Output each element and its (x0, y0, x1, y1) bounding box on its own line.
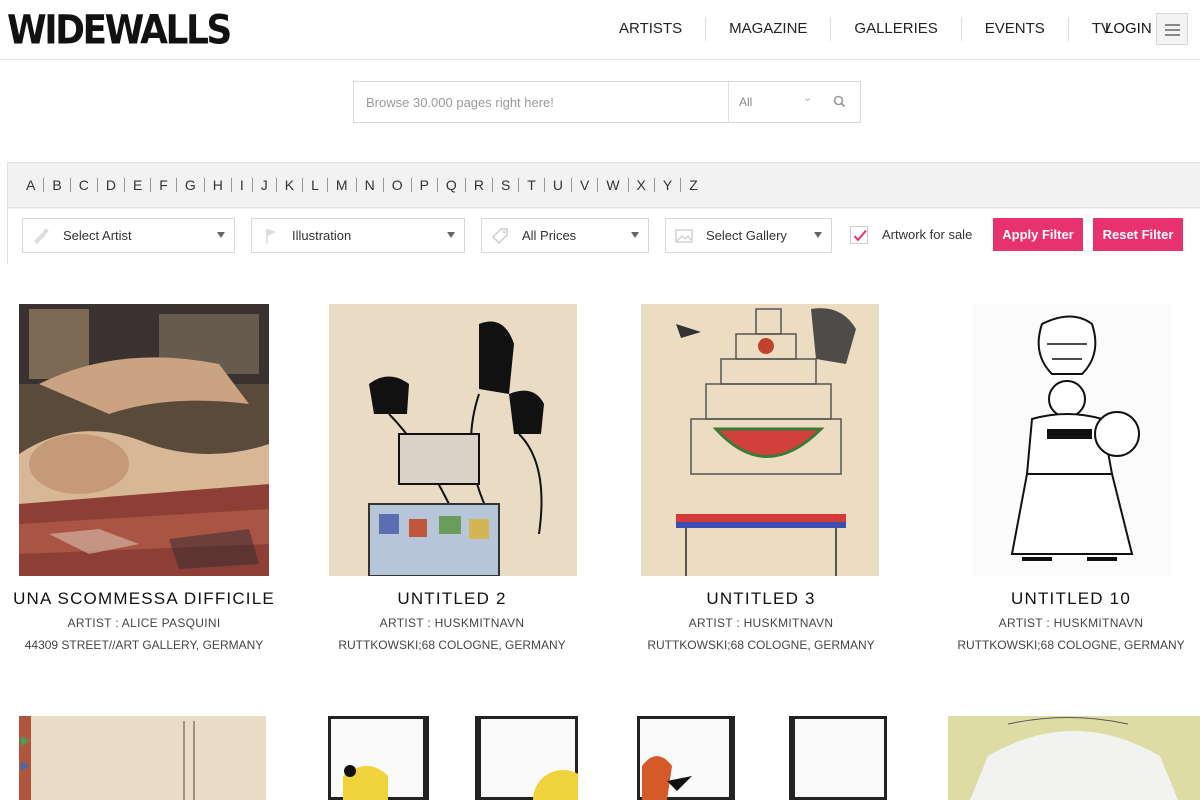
site-header: WIDEWALLS ARTISTS MAGAZINE GALLERIES EVE… (0, 0, 1200, 60)
letter-u[interactable]: U (545, 178, 572, 192)
letter-a[interactable]: A (18, 178, 45, 192)
letter-f[interactable]: F (151, 178, 177, 192)
artwork-thumbnail (328, 716, 578, 800)
letter-d[interactable]: D (98, 178, 125, 192)
search-scope-select[interactable]: All (739, 95, 752, 109)
artwork-title[interactable]: UNTITLED 2 (397, 589, 506, 609)
artwork-drawing-cake (641, 304, 879, 576)
caret-down-icon (217, 232, 225, 238)
letter-y[interactable]: Y (655, 178, 682, 192)
apply-filter-button[interactable]: Apply Filter (993, 218, 1083, 251)
artwork-artist[interactable]: ARTIST : HUSKMITNAVN (999, 616, 1144, 630)
letter-q[interactable]: Q (438, 178, 466, 192)
artwork-thumbnail (637, 716, 887, 800)
letter-h[interactable]: H (205, 178, 232, 192)
letter-x[interactable]: X (629, 178, 655, 192)
letter-j[interactable]: J (253, 178, 277, 192)
artwork-location: RUTTKOWSKI;68 COLOGNE, GERMANY (338, 638, 566, 652)
letter-v[interactable]: V (572, 178, 599, 192)
artwork-image[interactable] (641, 304, 879, 576)
letter-k[interactable]: K (277, 178, 304, 192)
artwork-image[interactable] (328, 716, 578, 800)
artwork-thumbnail (19, 716, 266, 800)
category-label: Illustration (292, 228, 352, 243)
artwork-artist[interactable]: ARTIST : ALICE PASQUINI (68, 616, 221, 630)
login-link[interactable]: LOGIN (1105, 17, 1152, 41)
caret-down-icon (447, 232, 455, 238)
letter-n[interactable]: N (357, 178, 384, 192)
search-divider (728, 82, 729, 122)
nav-magazine[interactable]: MAGAZINE (706, 17, 832, 41)
nav-events[interactable]: EVENTS (962, 17, 1069, 41)
hamburger-menu-button[interactable] (1156, 13, 1188, 45)
search-icon[interactable] (830, 92, 850, 112)
select-artist-label: Select Artist (63, 228, 132, 243)
for-sale-checkbox[interactable] (850, 226, 868, 244)
price-tag-icon (491, 228, 508, 245)
letter-o[interactable]: O (384, 178, 412, 192)
nav-artists[interactable]: ARTISTS (596, 17, 707, 41)
artwork-thumbnail (948, 716, 1200, 800)
artwork-image[interactable] (19, 304, 269, 576)
filter-controls: Select Artist Illustration All Prices Se… (8, 209, 1200, 265)
select-gallery-label: Select Gallery (706, 228, 787, 243)
letter-r[interactable]: R (466, 178, 493, 192)
category-dropdown[interactable]: Illustration (251, 218, 465, 253)
artwork-image[interactable] (19, 716, 266, 800)
caret-down-icon (814, 232, 822, 238)
letter-b[interactable]: B (44, 178, 71, 192)
caret-down-icon (631, 232, 639, 238)
artwork-artist[interactable]: ARTIST : HUSKMITNAVN (689, 616, 834, 630)
artwork-image[interactable] (637, 716, 887, 800)
flag-icon (266, 229, 276, 244)
artwork-title[interactable]: UNA SCOMMESSA DIFFICILE (13, 589, 275, 609)
price-dropdown[interactable]: All Prices (481, 218, 649, 253)
artwork-title[interactable]: UNTITLED 3 (706, 589, 815, 609)
for-sale-label: Artwork for sale (882, 227, 973, 242)
chevron-down-icon: ⌄ (803, 92, 813, 104)
letter-t[interactable]: T (519, 178, 545, 192)
artwork-title[interactable]: UNTITLED 10 (1011, 589, 1131, 609)
artwork-painting-reclining-woman (19, 304, 269, 576)
artwork-location: RUTTKOWSKI;68 COLOGNE, GERMANY (647, 638, 875, 652)
letter-i[interactable]: I (232, 178, 253, 192)
artwork-location: RUTTKOWSKI;68 COLOGNE, GERMANY (957, 638, 1185, 652)
filter-panel: A B C D E F G H I J K L M N O P Q R S T … (7, 162, 1200, 265)
search-input[interactable] (354, 82, 728, 122)
reset-filter-button[interactable]: Reset Filter (1093, 218, 1183, 251)
artwork-image[interactable] (329, 304, 577, 576)
site-logo[interactable]: WIDEWALLS (7, 8, 232, 54)
letter-m[interactable]: M (328, 178, 357, 192)
artwork-artist[interactable]: ARTIST : HUSKMITNAVN (380, 616, 525, 630)
price-label: All Prices (522, 228, 577, 243)
nav-galleries[interactable]: GALLERIES (831, 17, 962, 41)
artwork-drawing-woman-with-vase (972, 304, 1172, 576)
artwork-location: 44309 STREET//ART GALLERY, GERMANY (24, 638, 264, 652)
alphabet-filter: A B C D E F G H I J K L M N O P Q R S T … (8, 163, 1200, 208)
letter-z[interactable]: Z (681, 178, 706, 192)
letter-g[interactable]: G (177, 178, 205, 192)
select-gallery-dropdown[interactable]: Select Gallery (665, 218, 832, 253)
hamburger-icon-bar (1165, 29, 1180, 31)
hamburger-icon-bar (1165, 34, 1180, 36)
hamburger-icon (1165, 24, 1180, 26)
main-nav: ARTISTS MAGAZINE GALLERIES EVENTS TV (596, 17, 1134, 41)
letter-p[interactable]: P (412, 178, 438, 192)
artwork-image[interactable] (948, 716, 1200, 800)
letter-c[interactable]: C (71, 178, 98, 192)
letter-s[interactable]: S (493, 178, 520, 192)
artwork-image[interactable] (972, 304, 1172, 576)
brush-icon (34, 228, 49, 244)
letter-w[interactable]: W (598, 178, 629, 192)
letter-l[interactable]: L (303, 178, 328, 192)
letter-e[interactable]: E (125, 178, 152, 192)
image-icon (675, 229, 693, 243)
search-bar: All ⌄ (353, 81, 861, 123)
checkmark-icon (853, 229, 867, 242)
artwork-drawing-figures (329, 304, 577, 576)
select-artist-dropdown[interactable]: Select Artist (22, 218, 235, 253)
